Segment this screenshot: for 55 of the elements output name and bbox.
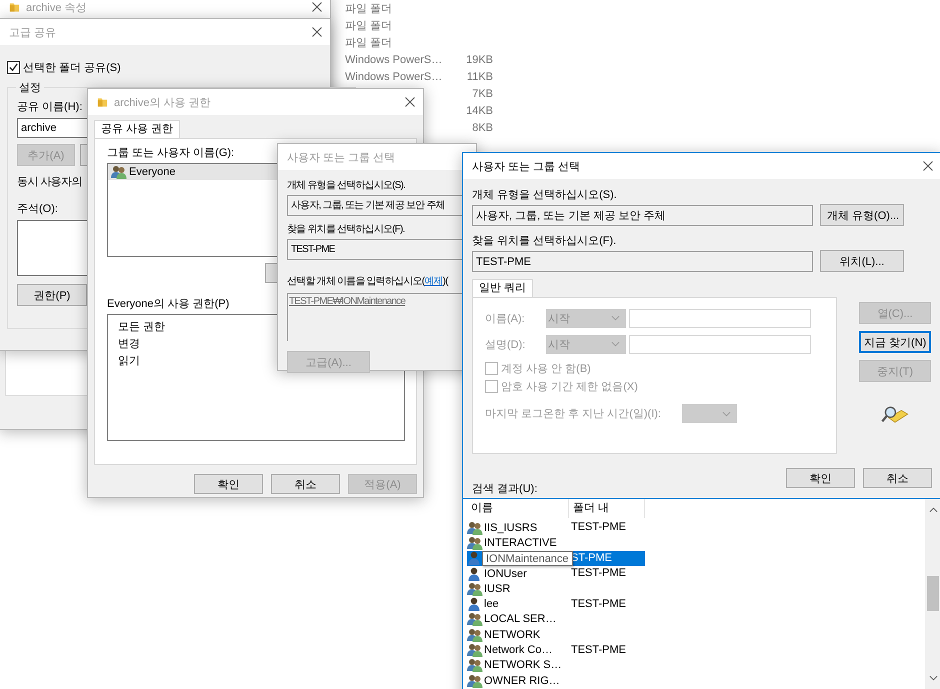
field-label: 주석(O): <box>17 202 58 216</box>
field-label: 개체 유형을 선택하십시오(S). <box>472 188 618 202</box>
file-size: 11KB <box>466 70 493 82</box>
table-cell: TEST-PME <box>571 521 626 534</box>
table-cell: OWNER RIG… <box>484 674 560 687</box>
window-title: 사용자 또는 그룹 선택 <box>287 150 396 164</box>
group-label: 설정 <box>16 80 44 95</box>
table-cell: LOCAL SER… <box>484 613 556 626</box>
list-label: 그룹 또는 사용자 이름(G): <box>107 146 234 160</box>
table-cell: NETWORK <box>484 628 540 641</box>
file-size: 8KB <box>472 122 493 134</box>
field-label: 이름(A): <box>485 312 526 326</box>
tooltip: IONMaintenance <box>482 550 573 566</box>
checkbox-label: 선택한 폴더 공유(S) <box>23 60 121 74</box>
field-label: 설명(D): <box>485 338 526 352</box>
table-cell: TEST-PME <box>571 644 626 656</box>
user-name: Everyone <box>129 166 176 178</box>
window-title: 사용자 또는 그룹 선택 <box>472 160 582 174</box>
permission-name: 모든 권한 <box>118 320 166 335</box>
field-label: 선택할 개체 이름을 입력하십시오(예제)( <box>287 275 448 288</box>
checkbox-label: 계정 사용 안 함(B) <box>501 362 591 376</box>
table-cell: Network Co… <box>484 644 552 656</box>
table-cell: INTERACTIVE <box>484 536 557 549</box>
window-title: archive 속성 <box>26 0 88 14</box>
table-cell: IONUser <box>484 568 527 580</box>
table-cell: NETWORK S… <box>484 659 562 672</box>
list-label: Everyone의 사용 권한(P) <box>107 297 230 311</box>
table-cell: IUSR <box>484 582 510 595</box>
checkbox-label: 암호 사용 기간 제한 없음(X) <box>501 380 638 394</box>
file-type: 파일 폴더 <box>345 19 394 33</box>
window-title: 고급 공유 <box>9 26 58 40</box>
table-cell: lee <box>484 598 499 610</box>
file-size: 7KB <box>472 88 493 100</box>
file-size: 19KB <box>466 54 493 66</box>
table-cell: ST-PME <box>571 552 612 564</box>
file-type: 파일 폴더 <box>345 2 394 16</box>
file-type: Windows PowerS… <box>345 70 444 82</box>
object-type-field: 사용자, 그룹, 또는 기본 제공 보안 주체 <box>472 204 813 226</box>
field-label: 마지막 로그온한 후 지난 시간(일)(I): <box>485 407 662 421</box>
window-title: archive의 사용 권한 <box>114 96 212 110</box>
field-label: 동시 사용자의 <box>17 175 82 189</box>
file-type: 파일 폴더 <box>345 36 394 50</box>
table-cell: TEST-PME <box>571 598 626 610</box>
field-label: 공유 이름(H): <box>17 100 82 114</box>
results-label: 검색 결과(U): <box>472 483 538 496</box>
field-label: 개체 유형을 선택하십시오(S). <box>287 179 406 192</box>
table-cell: IIS_IUSRS <box>484 522 538 534</box>
permission-name: 읽기 <box>118 354 140 369</box>
field-label: 찾을 위치를 선택하십시오(F). <box>472 234 618 248</box>
table-cell: TEST-PME <box>571 567 626 580</box>
file-size: 14KB <box>466 104 493 116</box>
permission-name: 변경 <box>118 337 140 352</box>
location-field: TEST-PME <box>472 250 813 272</box>
file-type: Windows PowerS… <box>345 54 444 66</box>
field-label: 찾을 위치를 선택하십시오(F). <box>287 223 405 236</box>
